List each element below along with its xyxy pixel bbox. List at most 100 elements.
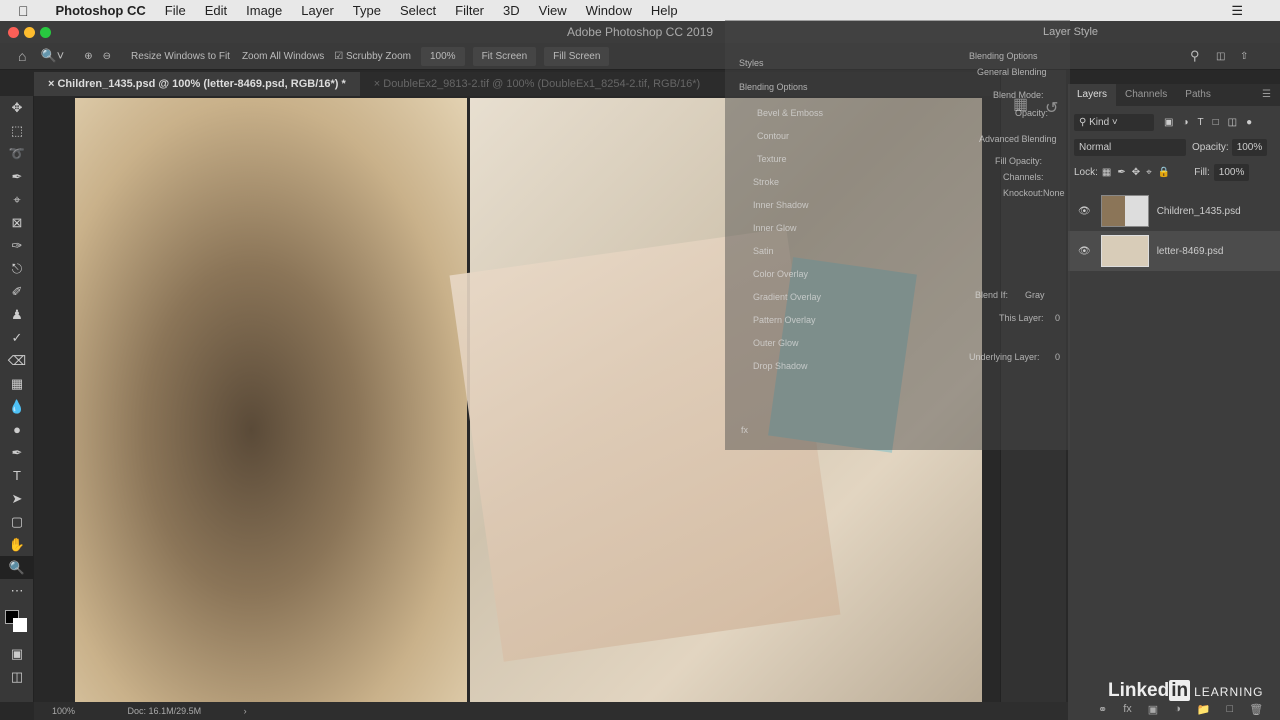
- lock-pixels-icon[interactable]: ▦: [1102, 167, 1111, 178]
- new-layer-icon[interactable]: □: [1227, 703, 1234, 716]
- menu-help[interactable]: Help: [651, 3, 678, 18]
- gradient-tool-icon[interactable]: ▦: [0, 372, 34, 395]
- fx-icon[interactable]: fx: [1123, 703, 1132, 716]
- stamp-tool-icon[interactable]: ♟: [0, 303, 34, 326]
- filter-smart-object-icon[interactable]: ◫: [1228, 117, 1237, 128]
- zoom-in-icon[interactable]: ⊕: [84, 51, 92, 62]
- tab-doubleex[interactable]: × DoubleEx2_9813-2.tif @ 100% (DoubleEx1…: [360, 72, 714, 96]
- tab-layers[interactable]: Layers: [1068, 84, 1117, 106]
- add-mask-icon[interactable]: ▣: [1148, 703, 1158, 716]
- frame-tool-icon[interactable]: ⊠: [0, 211, 34, 234]
- new-group-icon[interactable]: 📁: [1197, 703, 1211, 716]
- blend-mode-select[interactable]: Normal: [1074, 139, 1186, 156]
- menu-view[interactable]: View: [539, 3, 567, 18]
- app-menu[interactable]: Photoshop CC: [56, 3, 146, 18]
- filter-kind-select[interactable]: ⚲ Kind ˅: [1074, 114, 1154, 131]
- home-icon[interactable]: ⌂: [18, 48, 26, 64]
- canvas-children-photo[interactable]: [75, 98, 467, 702]
- brush-tool-icon[interactable]: ✐: [0, 280, 34, 303]
- dodge-tool-icon[interactable]: ●: [0, 418, 34, 441]
- eraser-tool-icon[interactable]: ⌫: [0, 349, 34, 372]
- healing-tool-icon[interactable]: ⎋: [0, 257, 34, 280]
- filter-adjustment-icon[interactable]: ◑: [1182, 117, 1188, 128]
- tab-channels[interactable]: Channels: [1116, 84, 1176, 106]
- minimize-window-button[interactable]: [24, 27, 35, 38]
- resize-windows-checkbox[interactable]: Resize Windows to Fit: [131, 51, 230, 62]
- type-tool-icon[interactable]: T: [0, 464, 34, 487]
- menu-filter[interactable]: Filter: [455, 3, 484, 18]
- blur-tool-icon[interactable]: 💧: [0, 395, 34, 418]
- filter-shape-icon[interactable]: □: [1213, 117, 1219, 128]
- layer-row[interactable]: 👁 Children_1435.psd: [1068, 191, 1280, 231]
- panel-menu-icon[interactable]: ☰: [1253, 84, 1280, 106]
- move-tool-icon[interactable]: ✥: [0, 96, 34, 119]
- tab-children[interactable]: × Children_1435.psd @ 100% (letter-8469.…: [34, 72, 360, 96]
- screen-mode-icon[interactable]: ◫: [0, 665, 34, 688]
- menu-layer[interactable]: Layer: [301, 3, 334, 18]
- tab-label: DoubleEx2_9813-2.tif @ 100% (DoubleEx1_8…: [383, 78, 701, 90]
- menu-file[interactable]: File: [165, 3, 186, 18]
- status-doc-size: Doc: 16.1M/29.5M: [127, 706, 202, 716]
- lock-position-icon[interactable]: ✥: [1132, 167, 1140, 178]
- zoom-out-icon[interactable]: ⊖: [103, 51, 111, 62]
- fill-screen-button[interactable]: Fill Screen: [544, 46, 610, 66]
- menu-type[interactable]: Type: [353, 3, 381, 18]
- path-select-tool-icon[interactable]: ➤: [0, 487, 34, 510]
- quick-select-tool-icon[interactable]: ✒: [0, 165, 34, 188]
- menu-image[interactable]: Image: [246, 3, 282, 18]
- layer-name[interactable]: Children_1435.psd: [1157, 206, 1241, 217]
- watermark-learning: LEARNING: [1194, 685, 1264, 699]
- list-icon[interactable]: ☰: [1231, 3, 1243, 19]
- menu-3d[interactable]: 3D: [503, 3, 520, 18]
- workspace-icon[interactable]: ◫: [1216, 51, 1225, 62]
- status-zoom[interactable]: 100%: [52, 706, 75, 716]
- layer-row-selected[interactable]: 👁 letter-8469.psd: [1068, 231, 1280, 271]
- menu-edit[interactable]: Edit: [205, 3, 227, 18]
- zoom-tool-preset-icon[interactable]: 🔍˅: [40, 48, 64, 64]
- zoom-all-windows-checkbox[interactable]: Zoom All Windows: [242, 51, 324, 62]
- lock-paint-icon[interactable]: ✒: [1117, 167, 1125, 178]
- menu-window[interactable]: Window: [586, 3, 632, 18]
- status-bar: 100% Doc: 16.1M/29.5M ›: [34, 702, 1068, 720]
- maximize-window-button[interactable]: [40, 27, 51, 38]
- filter-type-icon[interactable]: T: [1198, 117, 1204, 128]
- fit-screen-button[interactable]: Fit Screen: [472, 46, 537, 66]
- status-chevron-icon[interactable]: ›: [244, 706, 247, 716]
- lock-artboard-icon[interactable]: ⌖: [1146, 167, 1152, 178]
- search-icon[interactable]: ⚲: [1190, 48, 1200, 64]
- layer-name[interactable]: letter-8469.psd: [1157, 246, 1224, 257]
- filter-toggle-icon[interactable]: ●: [1246, 117, 1252, 128]
- rectangle-tool-icon[interactable]: ▢: [0, 510, 34, 533]
- filter-image-icon[interactable]: ▣: [1164, 117, 1173, 128]
- crop-tool-icon[interactable]: ⌖: [0, 188, 34, 211]
- share-icon[interactable]: ⇧: [1240, 51, 1248, 62]
- zoom-value-field[interactable]: 100%: [420, 46, 465, 66]
- scrubby-zoom-label: Scrubby Zoom: [345, 50, 411, 62]
- title-bar: Adobe Photoshop CC 2019: [0, 21, 1280, 43]
- zoom-tool-icon[interactable]: 🔍: [0, 556, 34, 579]
- history-icon[interactable]: ↺: [1045, 98, 1066, 118]
- color-swatches-icon[interactable]: [0, 602, 34, 642]
- menu-select[interactable]: Select: [400, 3, 436, 18]
- apple-icon[interactable]: : [18, 3, 29, 19]
- eyedropper-tool-icon[interactable]: ✑: [0, 234, 34, 257]
- marquee-tool-icon[interactable]: ⬚: [0, 119, 34, 142]
- fill-field[interactable]: 100%: [1213, 164, 1250, 181]
- close-window-button[interactable]: [8, 27, 19, 38]
- lock-all-icon[interactable]: 🔒: [1158, 167, 1170, 178]
- link-layers-icon[interactable]: ⚭: [1098, 703, 1107, 716]
- scrubby-zoom-checkbox[interactable]: ☑ Scrubby Zoom: [334, 51, 411, 62]
- history-brush-icon[interactable]: ✓: [0, 326, 34, 349]
- tools-panel: ✥ ⬚ ➰ ✒ ⌖ ⊠ ✑ ⎋ ✐ ♟ ✓ ⌫ ▦ 💧 ● ✒ T ➤ ▢ ✋ …: [0, 96, 34, 702]
- tab-paths[interactable]: Paths: [1176, 84, 1220, 106]
- visibility-eye-icon[interactable]: 👁: [1078, 246, 1091, 257]
- quick-mask-icon[interactable]: ▣: [0, 642, 34, 665]
- visibility-eye-icon[interactable]: 👁: [1078, 206, 1091, 217]
- hand-tool-icon[interactable]: ✋: [0, 533, 34, 556]
- lasso-tool-icon[interactable]: ➰: [0, 142, 34, 165]
- adjustment-layer-icon[interactable]: ◑: [1174, 703, 1181, 716]
- pen-tool-icon[interactable]: ✒: [0, 441, 34, 464]
- delete-layer-icon[interactable]: 🗑: [1249, 703, 1263, 716]
- opacity-field[interactable]: 100%: [1231, 139, 1268, 156]
- more-tools-icon[interactable]: ⋯: [0, 579, 34, 602]
